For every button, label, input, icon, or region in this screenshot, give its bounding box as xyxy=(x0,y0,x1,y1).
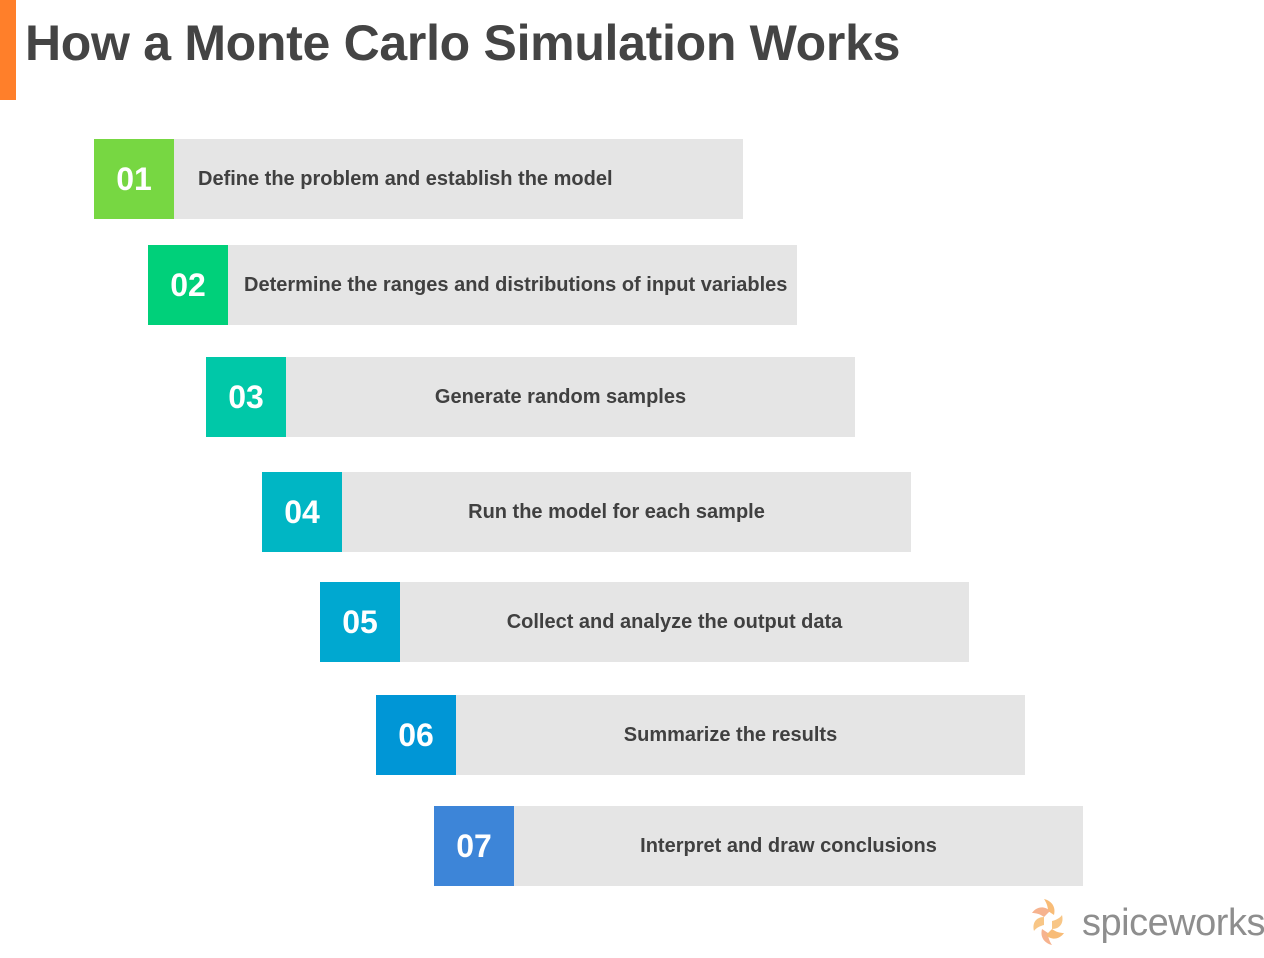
page-title: How a Monte Carlo Simulation Works xyxy=(25,15,901,71)
step-label: Collect and analyze the output data xyxy=(400,582,969,662)
title-accent-bar xyxy=(0,0,16,100)
step-4: 04 Run the model for each sample xyxy=(262,472,911,552)
step-6: 06 Summarize the results xyxy=(376,695,1025,775)
step-number: 06 xyxy=(376,695,456,775)
step-number: 03 xyxy=(206,357,286,437)
spiceworks-logo: spiceworks xyxy=(1030,897,1264,949)
step-number: 05 xyxy=(320,582,400,662)
step-2: 02 Determine the ranges and distribution… xyxy=(148,245,797,325)
step-label: Run the model for each sample xyxy=(342,472,911,552)
step-label: Determine the ranges and distributions o… xyxy=(228,245,797,325)
step-7: 07 Interpret and draw conclusions xyxy=(434,806,1083,886)
step-label: Summarize the results xyxy=(456,695,1025,775)
spiceworks-swirl-icon xyxy=(1032,899,1064,945)
step-label: Interpret and draw conclusions xyxy=(514,806,1083,886)
step-number: 04 xyxy=(262,472,342,552)
step-number: 01 xyxy=(94,139,174,219)
step-5: 05 Collect and analyze the output data xyxy=(320,582,969,662)
step-3: 03 Generate random samples xyxy=(206,357,855,437)
logo-text: spiceworks xyxy=(1082,901,1264,944)
step-1: 01 Define the problem and establish the … xyxy=(94,139,743,219)
step-label: Generate random samples xyxy=(286,357,855,437)
step-label: Define the problem and establish the mod… xyxy=(174,139,743,219)
step-number: 02 xyxy=(148,245,228,325)
step-number: 07 xyxy=(434,806,514,886)
